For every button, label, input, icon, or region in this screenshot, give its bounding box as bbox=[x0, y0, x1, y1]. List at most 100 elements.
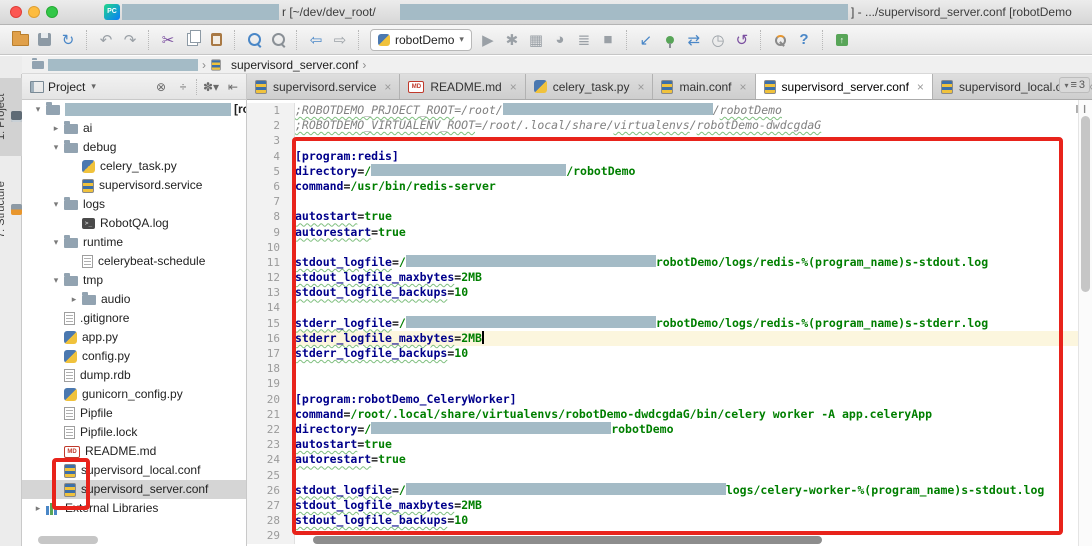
vcs-update-button[interactable]: ↙ bbox=[634, 28, 658, 52]
tree-item-debug[interactable]: ▾ debug bbox=[22, 138, 246, 157]
tree-horizontal-scrollbar[interactable] bbox=[38, 536, 98, 544]
vcs-compare-button[interactable]: ⇄ bbox=[682, 28, 706, 52]
tree-item-config-py[interactable]: config.py bbox=[22, 347, 246, 366]
settings-button[interactable] bbox=[768, 28, 792, 52]
collapsed-arrow-icon[interactable]: ▸ bbox=[30, 499, 46, 518]
expand-collapse-icon[interactable]: ÷ bbox=[174, 80, 192, 94]
navigate-forward-button[interactable]: ⇨ bbox=[328, 28, 352, 52]
stop-button[interactable]: ■ bbox=[596, 28, 620, 52]
sidebar-item-project[interactable]: 1: Project bbox=[0, 78, 22, 156]
code-line-21[interactable]: command=/root/.local/share/virtualenvs/r… bbox=[295, 407, 1078, 422]
sidebar-item-structure[interactable]: 7: Structure bbox=[0, 166, 22, 254]
code-line-8[interactable]: autostart=true bbox=[295, 209, 1078, 224]
code-line-22[interactable]: directory=/robotDemo bbox=[295, 421, 1078, 437]
code-line-9[interactable]: autorestart=true bbox=[295, 225, 1078, 240]
code-line-18[interactable] bbox=[295, 361, 1078, 376]
close-tab-icon[interactable]: × bbox=[510, 80, 517, 94]
code-line-23[interactable]: autostart=true bbox=[295, 437, 1078, 452]
code-line-17[interactable]: stderr_logfile_backups=10 bbox=[295, 346, 1078, 361]
editor-vertical-scrollbar[interactable]: ❙❙ bbox=[1074, 100, 1092, 546]
redo-button[interactable]: ↷ bbox=[118, 28, 142, 52]
tree-item-tmp[interactable]: ▾ tmp bbox=[22, 271, 246, 290]
zoom-window-button[interactable] bbox=[46, 6, 58, 18]
code-line-10[interactable] bbox=[295, 240, 1078, 255]
hide-panel-icon[interactable]: ⇤ bbox=[224, 80, 242, 94]
find-button[interactable] bbox=[242, 28, 266, 52]
collapsed-arrow-icon[interactable]: ▸ bbox=[48, 119, 64, 138]
tree-item--ro[interactable]: ▾ [ro bbox=[22, 100, 246, 119]
code-line-13[interactable]: stdout_logfile_backups=10 bbox=[295, 285, 1078, 300]
replace-button[interactable] bbox=[266, 28, 290, 52]
code-line-28[interactable]: stdout_logfile_backups=10 bbox=[295, 513, 1078, 528]
editor-horizontal-scrollbar[interactable] bbox=[313, 536, 822, 544]
gear-icon[interactable]: ✽▾ bbox=[202, 80, 220, 94]
code-line-29[interactable] bbox=[295, 528, 1078, 536]
editor-code-area[interactable]: ;ROBOTDEMO_PRJOECT_ROOT=/root//robotDemo… bbox=[295, 103, 1078, 536]
tree-item-ai[interactable]: ▸ ai bbox=[22, 119, 246, 138]
code-line-1[interactable]: ;ROBOTDEMO_PRJOECT_ROOT=/root/ /robotDemo bbox=[295, 103, 1078, 118]
code-line-19[interactable] bbox=[295, 376, 1078, 391]
tab-celery-task-py[interactable]: celery_task.py × bbox=[525, 74, 654, 99]
editor[interactable]: 1 2 3 4 5 6 7 8 9 10 11 12 13 14 15 16 17 18 19 20 21 22 23 24 2… bbox=[247, 100, 1092, 546]
code-line-15[interactable]: stderr_logfile=/ robotDemo/logs/redis-%(p… bbox=[295, 315, 1078, 331]
upload-to-deployment-button[interactable]: ↑ bbox=[830, 28, 854, 52]
vertical-scrollbar-thumb[interactable] bbox=[1081, 116, 1090, 292]
tree-item-runtime[interactable]: ▾ runtime bbox=[22, 233, 246, 252]
code-line-20[interactable]: [program:robotDemo_CeleryWorker] bbox=[295, 392, 1078, 407]
tree-item-celery-task-py[interactable]: celery_task.py bbox=[22, 157, 246, 176]
locate-target-icon[interactable]: ⊗ bbox=[152, 80, 170, 94]
tree-item-logs[interactable]: ▾ logs bbox=[22, 195, 246, 214]
tab-supervisord-service[interactable]: supervisord.service × bbox=[247, 74, 401, 99]
code-line-4[interactable]: [program:redis] bbox=[295, 149, 1078, 164]
code-line-2[interactable]: ;ROBOTDEMO_VIRTUALENV_ROOT=/root/.local/… bbox=[295, 118, 1078, 133]
code-line-26[interactable]: stdout_logfile=/ logs/celery-worker-%(pro… bbox=[295, 482, 1078, 498]
expanded-arrow-icon[interactable]: ▾ bbox=[48, 138, 64, 157]
tree-item-dump-rdb[interactable]: dump.rdb bbox=[22, 366, 246, 385]
copy-button[interactable] bbox=[180, 28, 204, 52]
undo-button[interactable]: ↶ bbox=[94, 28, 118, 52]
hidden-tabs-dropdown[interactable]: ▾ ≡ 3 bbox=[1059, 77, 1090, 93]
tree-item-external-libraries[interactable]: ▸ External Libraries bbox=[22, 499, 246, 518]
code-line-7[interactable] bbox=[295, 194, 1078, 209]
tree-item-robotqa-log[interactable]: >_ RobotQA.log bbox=[22, 214, 246, 233]
code-line-16[interactable]: stderr_logfile_maxbytes=2MB bbox=[295, 330, 1078, 346]
cut-button[interactable]: ✂ bbox=[156, 28, 180, 52]
tree-item-supervisord-service[interactable]: supervisord.service bbox=[22, 176, 246, 195]
run-with-coverage-button[interactable]: ▦ bbox=[524, 28, 548, 52]
minimize-window-button[interactable] bbox=[28, 6, 40, 18]
tree-item-app-py[interactable]: app.py bbox=[22, 328, 246, 347]
tree-item-gunicorn-config-py[interactable]: gunicorn_config.py bbox=[22, 385, 246, 404]
tree-item-supervisord-local-conf[interactable]: supervisord_local.conf bbox=[22, 461, 246, 480]
code-line-5[interactable]: directory=//robotDemo bbox=[295, 163, 1078, 179]
code-line-25[interactable] bbox=[295, 468, 1078, 483]
code-line-12[interactable]: stdout_logfile_maxbytes=2MB bbox=[295, 270, 1078, 285]
code-line-24[interactable]: autorestart=true bbox=[295, 452, 1078, 467]
tab-supervisord-server-conf[interactable]: supervisord_server.conf × bbox=[755, 74, 933, 99]
tab-readme-md[interactable]: MD README.md × bbox=[400, 74, 526, 99]
tab-main-conf[interactable]: main.conf × bbox=[653, 74, 756, 99]
save-all-button[interactable] bbox=[32, 28, 56, 52]
synchronize-button[interactable]: ↻ bbox=[56, 28, 80, 52]
help-button[interactable]: ? bbox=[792, 28, 816, 52]
code-line-6[interactable]: command=/usr/bin/redis-server bbox=[295, 179, 1078, 194]
run-button[interactable]: ▶ bbox=[476, 28, 500, 52]
tree-item-pipfile[interactable]: Pipfile bbox=[22, 404, 246, 423]
open-button[interactable] bbox=[8, 28, 32, 52]
code-line-11[interactable]: stdout_logfile=/ robotDemo/logs/redis-%(p… bbox=[295, 254, 1078, 270]
vcs-commit-button[interactable] bbox=[658, 28, 682, 52]
debug-button[interactable]: ✱ bbox=[500, 28, 524, 52]
vcs-rollback-button[interactable]: ↺ bbox=[730, 28, 754, 52]
tree-item-readme-md[interactable]: MD README.md bbox=[22, 442, 246, 461]
vcs-history-button[interactable]: ◷ bbox=[706, 28, 730, 52]
run-configuration-selector[interactable]: robotDemo ▾ bbox=[370, 28, 472, 51]
close-tab-icon[interactable]: × bbox=[384, 80, 391, 94]
paste-button[interactable] bbox=[204, 28, 228, 52]
collapsed-arrow-icon[interactable]: ▸ bbox=[66, 290, 82, 309]
expanded-arrow-icon[interactable]: ▾ bbox=[30, 100, 46, 119]
close-tab-icon[interactable]: × bbox=[637, 80, 644, 94]
code-line-14[interactable] bbox=[295, 300, 1078, 315]
close-window-button[interactable] bbox=[10, 6, 22, 18]
tree-item-audio[interactable]: ▸ audio bbox=[22, 290, 246, 309]
profiler-button[interactable]: ◕ bbox=[548, 28, 572, 52]
tree-item-supervisord-server-conf[interactable]: supervisord_server.conf bbox=[22, 480, 246, 499]
